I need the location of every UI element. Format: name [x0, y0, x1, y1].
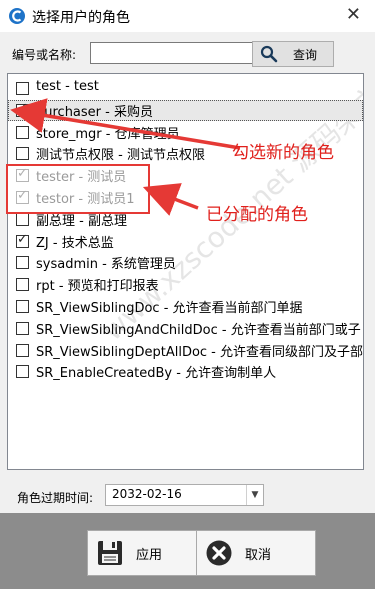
role-item[interactable]: purchaser - 采购员: [8, 99, 363, 121]
title-bar: 选择用户的角色 ✕: [0, 0, 375, 32]
role-item[interactable]: ZJ - 技术总监: [8, 231, 363, 252]
close-button[interactable]: ✕: [346, 5, 361, 25]
role-checkbox[interactable]: [16, 125, 29, 139]
role-checkbox[interactable]: [16, 365, 29, 379]
role-label: SR_ViewSiblingDeptAllDoc - 允许查看同级部门及子部: [36, 344, 364, 360]
role-label: store_mgr - 仓库管理员: [36, 126, 180, 142]
role-checkbox[interactable]: [16, 343, 29, 357]
role-item[interactable]: SR_EnableCreatedBy - 允许查询制单人: [8, 361, 363, 382]
chevron-down-icon[interactable]: ▼: [246, 485, 263, 505]
role-checkbox[interactable]: [16, 101, 29, 117]
role-checkbox[interactable]: [16, 212, 29, 226]
role-item[interactable]: SR_ViewSiblingDoc - 允许查看当前部门单据: [8, 296, 363, 317]
role-checkbox[interactable]: [16, 300, 29, 313]
expiry-date-value: 2032-02-16: [112, 487, 182, 501]
role-label: 测试节点权限 - 测试节点权限: [36, 148, 205, 164]
app-logo-icon: [9, 8, 25, 24]
role-item[interactable]: SR_ViewSiblingDeptAllDoc - 允许查看同级部门及子部: [8, 340, 363, 361]
apply-button[interactable]: 应用: [87, 530, 207, 576]
cancel-button-label: 取消: [245, 548, 272, 563]
expiry-date-select[interactable]: 2032-02-16 ▼: [105, 484, 264, 506]
expiry-label: 角色过期时间:: [17, 491, 94, 505]
role-item[interactable]: sysadmin - 系统管理员: [8, 252, 363, 273]
role-label: SR_ViewSiblingAndChildDoc - 允许查看当前部门或子: [36, 322, 361, 338]
close-circle-icon: [206, 540, 232, 566]
role-checkbox[interactable]: [16, 321, 29, 335]
role-list[interactable]: www.xzscode.net 源码架文库 test - testpurchas…: [7, 73, 364, 470]
search-button-label: 查询: [293, 48, 318, 62]
floppy-disk-icon: [98, 541, 122, 565]
search-button[interactable]: 查询: [252, 41, 334, 67]
window-title: 选择用户的角色: [32, 10, 130, 26]
cancel-button[interactable]: 取消: [196, 530, 316, 576]
assigned-roles-highlight: [6, 164, 150, 214]
role-label: SR_ViewSiblingDoc - 允许查看当前部门单据: [36, 301, 303, 316]
role-label: rpt - 预览和打印报表: [36, 279, 159, 295]
role-checkbox[interactable]: [16, 256, 29, 270]
role-label: SR_EnableCreatedBy - 允许查询制单人: [36, 366, 277, 382]
footer-bar: 应用 取消: [0, 513, 375, 589]
search-label: 编号或名称:: [12, 48, 77, 62]
role-label: purchaser - 采购员: [36, 104, 153, 120]
role-checkbox[interactable]: [16, 232, 29, 248]
role-item[interactable]: test - test: [8, 78, 363, 99]
annotation-assigned-roles: 已分配的角色: [206, 205, 308, 225]
role-checkbox[interactable]: [16, 82, 29, 95]
search-input[interactable]: [90, 42, 254, 64]
annotation-new-role: 勾选新的角色: [232, 143, 334, 163]
role-label: test - test: [36, 79, 99, 94]
role-label: sysadmin - 系统管理员: [36, 257, 176, 273]
role-checkbox[interactable]: [16, 278, 29, 292]
role-checkbox[interactable]: [16, 147, 29, 161]
role-item[interactable]: SR_ViewSiblingAndChildDoc - 允许查看当前部门或子: [8, 318, 363, 339]
apply-button-label: 应用: [136, 548, 163, 563]
role-item[interactable]: rpt - 预览和打印报表: [8, 274, 363, 295]
role-label: ZJ - 技术总监: [36, 235, 114, 251]
magnifier-icon: [260, 45, 278, 63]
